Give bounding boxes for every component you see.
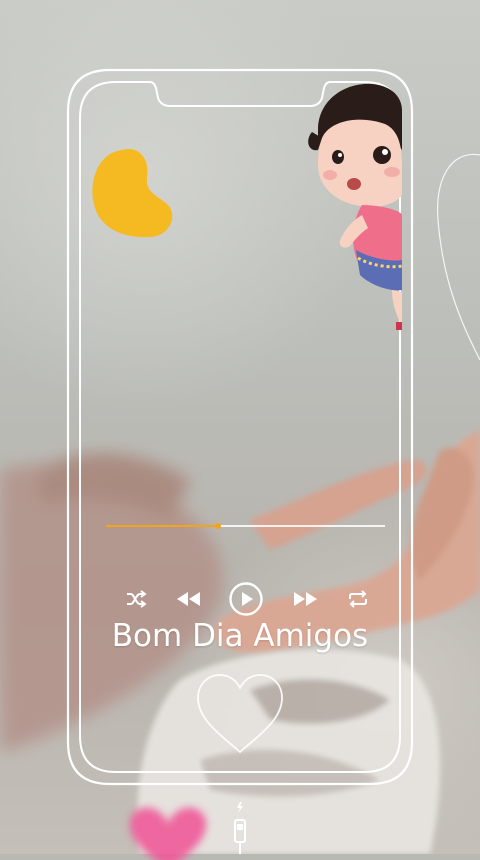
progress-fill [106,525,218,527]
playback-controls [118,580,374,618]
shuffle-icon [127,590,147,608]
heart-outline-icon[interactable] [192,670,288,758]
fast-forward-button[interactable] [288,580,324,618]
shuffle-button[interactable] [118,580,154,618]
repeat-icon [349,590,367,608]
play-icon [229,582,263,616]
rewind-icon [177,592,200,606]
pink-heart-decoration [129,807,207,860]
song-title: Bom Dia Amigos [111,618,369,654]
charging-cable-icon [234,802,246,854]
rewind-button[interactable] [170,580,206,618]
progress-bar[interactable] [106,523,385,529]
progress-knob[interactable] [214,523,221,529]
play-button[interactable] [228,580,264,618]
fast-forward-icon [294,592,317,606]
repeat-button[interactable] [340,580,376,618]
